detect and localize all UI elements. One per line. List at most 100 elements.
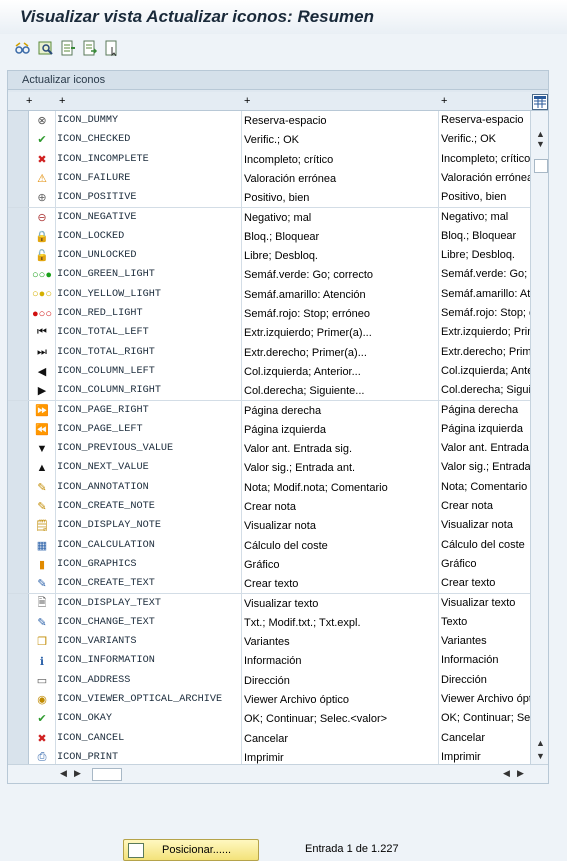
table-row[interactable]: ✔ ICON_CHECKED Verific.; OK Verific.; OK: [8, 130, 548, 151]
icon-name-cell: ICON_PRINT: [57, 751, 119, 763]
header-name[interactable]: +: [59, 95, 65, 107]
row-selector[interactable]: [8, 632, 29, 652]
vertical-scrollbar[interactable]: ▲ ▼ ▲ ▼: [530, 111, 548, 764]
row-selector[interactable]: [8, 381, 29, 401]
glasses-icon[interactable]: [14, 40, 30, 56]
hscroll-thumb[interactable]: [92, 768, 122, 781]
scroll-right-end-icon[interactable]: ▶: [517, 768, 524, 779]
scroll-thumb[interactable]: [534, 159, 548, 173]
row-selector[interactable]: [8, 728, 29, 748]
scroll-down-icon[interactable]: ▼: [536, 139, 545, 149]
row-selector[interactable]: [8, 554, 29, 575]
table-row[interactable]: ▼ ICON_PREVIOUS_VALUE Valor ant. Entrada s…: [8, 439, 548, 460]
scroll-left-end-icon[interactable]: ◀: [503, 768, 510, 779]
table-row[interactable]: ✎ ICON_CREATE_TEXT Crear texto Crear texto: [8, 574, 548, 595]
position-button-label: Posicionar......: [162, 844, 232, 856]
scroll-left-icon[interactable]: ◀: [60, 768, 67, 779]
column-settings-icon[interactable]: [532, 94, 548, 110]
row-selector[interactable]: [8, 111, 29, 131]
row-selector[interactable]: [8, 670, 29, 690]
table-row[interactable]: ⏩ ICON_PAGE_RIGHT Página derecha Página der…: [8, 400, 548, 421]
row-selector[interactable]: [8, 284, 29, 304]
row-selector[interactable]: [8, 130, 29, 150]
table-row[interactable]: ⏪ ICON_PAGE_LEFT Página izquierda Página iz…: [8, 419, 548, 441]
row-selector[interactable]: [8, 477, 29, 497]
header-icon[interactable]: +: [26, 95, 32, 107]
row-selector[interactable]: [8, 651, 29, 671]
graphics-icon: ▮: [29, 554, 56, 575]
table-row[interactable]: ℹ ICON_INFORMATION Información Información: [8, 651, 548, 672]
table-row[interactable]: ⎙ ICON_PRINT Imprimir Imprimir: [8, 747, 548, 764]
next-value-icon: ▲: [29, 458, 56, 478]
row-selector[interactable]: [8, 207, 29, 227]
row-selector[interactable]: [8, 439, 29, 459]
scroll-page-down-icon[interactable]: ▼: [536, 751, 545, 761]
table-row[interactable]: ⚠ ICON_FAILURE Valoración errónea Valoració…: [8, 168, 548, 190]
row-selector[interactable]: [8, 149, 29, 169]
position-button[interactable]: Posicionar......: [123, 839, 259, 861]
table-row[interactable]: ○●○ ICON_YELLOW_LIGHT Semáf.amarillo: Aten…: [8, 284, 548, 305]
change-text-icon: ✎: [29, 612, 56, 633]
long-text-cell: Semáf.amarillo: Atención: [438, 284, 533, 304]
table-row[interactable]: ✔ ICON_OKAY OK; Continuar; Selec.<valor> OK…: [8, 709, 548, 730]
row-selector[interactable]: [8, 400, 29, 420]
table-row[interactable]: ⏮ ICON_TOTAL_LEFT Extr.izquierdo; Primer(a…: [8, 323, 548, 344]
horizontal-scrollbar[interactable]: ◀ ▶ ◀ ▶: [8, 764, 548, 783]
find-icon[interactable]: [38, 40, 54, 56]
row-selector[interactable]: [8, 323, 29, 343]
header-short-text[interactable]: +: [244, 95, 250, 107]
row-selector[interactable]: [8, 747, 29, 764]
row-selector[interactable]: [8, 516, 29, 536]
row-selector[interactable]: [8, 304, 29, 324]
row-selector[interactable]: [8, 497, 29, 517]
table-row[interactable]: 🗒 ICON_DISPLAY_NOTE Visualizar nota Visuali…: [8, 516, 548, 537]
export-icon[interactable]: [60, 40, 76, 56]
row-selector[interactable]: [8, 361, 29, 382]
table-row[interactable]: ✎ ICON_CHANGE_TEXT Txt.; Modif.txt.; Txt.e…: [8, 612, 548, 634]
row-selector[interactable]: [8, 593, 29, 613]
table-row[interactable]: ▮ ICON_GRAPHICS Gráfico Gráfico: [8, 554, 548, 576]
table-row[interactable]: ⏭ ICON_TOTAL_RIGHT Extr.derecho; Primer(a)…: [8, 342, 548, 363]
table-row[interactable]: ⊕ ICON_POSITIVE Positivo, bien Positivo, bi…: [8, 188, 548, 209]
row-selector[interactable]: [8, 690, 29, 710]
table-row[interactable]: ✎ ICON_CREATE_NOTE Crear nota Crear nota: [8, 497, 548, 518]
scroll-right-icon[interactable]: ▶: [74, 768, 81, 779]
row-selector[interactable]: [8, 709, 29, 729]
table-row[interactable]: ○○● ICON_GREEN_LIGHT Semáf.verde: Go; corr…: [8, 265, 548, 286]
table-row[interactable]: ✖ ICON_INCOMPLETE Incompleto; crítico Incom…: [8, 149, 548, 170]
icon-name-cell: ICON_VIEWER_OPTICAL_ARCHIVE: [57, 694, 223, 705]
scroll-page-up-icon[interactable]: ▲: [536, 738, 545, 748]
row-selector[interactable]: [8, 265, 29, 285]
row-selector[interactable]: [8, 168, 29, 189]
table-row[interactable]: ◉ ICON_VIEWER_OPTICAL_ARCHIVE Viewer Archi…: [8, 690, 548, 711]
table-row[interactable]: ✎ ICON_ANNOTATION Nota; Modif.nota; Coment…: [8, 477, 548, 498]
table-row[interactable]: ✖ ICON_CANCEL Cancelar Cancelar: [8, 728, 548, 749]
row-selector[interactable]: [8, 535, 29, 555]
header-long-text[interactable]: +: [441, 95, 447, 107]
table-row[interactable]: ▦ ICON_CALCULATION Cálculo del coste Cálcul…: [8, 535, 548, 556]
row-selector[interactable]: [8, 458, 29, 478]
table-row[interactable]: ▶ ICON_COLUMN_RIGHT Col.derecha; Siguiente…: [8, 381, 548, 402]
table-row[interactable]: ▲ ICON_NEXT_VALUE Valor sig.; Entrada ant.…: [8, 458, 548, 479]
table-row[interactable]: ●○○ ICON_RED_LIGHT Semáf.rojo: Stop; errón…: [8, 304, 548, 325]
table-row[interactable]: ❐ ICON_VARIANTS Variantes Variantes: [8, 632, 548, 653]
table-row[interactable]: 🔒 ICON_LOCKED Bloq.; Bloquear Bloq.; Bloque…: [8, 226, 548, 248]
row-selector[interactable]: [8, 574, 29, 594]
table-row[interactable]: ◀ ICON_COLUMN_LEFT Col.izquierda; Anterior…: [8, 361, 548, 383]
row-selector[interactable]: [8, 246, 29, 266]
select-icon[interactable]: [104, 40, 120, 56]
table-row[interactable]: 🔓 ICON_UNLOCKED Libre; Desbloq. Libre; Desb…: [8, 246, 548, 267]
scroll-up-icon[interactable]: ▲: [536, 129, 545, 139]
table-row[interactable]: ⊗ ICON_DUMMY Reserva-espacio Reserva-espaci…: [8, 111, 548, 132]
long-text-cell: Dirección: [438, 670, 533, 690]
table-row[interactable]: 🗎 ICON_DISPLAY_TEXT Visualizar texto Visual…: [8, 593, 548, 614]
row-selector[interactable]: [8, 188, 29, 208]
row-selector[interactable]: [8, 342, 29, 362]
import-icon[interactable]: [82, 40, 98, 56]
table-row[interactable]: ▭ ICON_ADDRESS Dirección Dirección: [8, 670, 548, 691]
row-selector[interactable]: [8, 612, 29, 633]
row-selector[interactable]: [8, 226, 29, 247]
table-row[interactable]: ⊖ ICON_NEGATIVE Negativo; mal Negativo; mal: [8, 207, 548, 228]
title-bar: Visualizar vista Actualizar iconos: Resu…: [0, 0, 567, 34]
row-selector[interactable]: [8, 419, 29, 440]
